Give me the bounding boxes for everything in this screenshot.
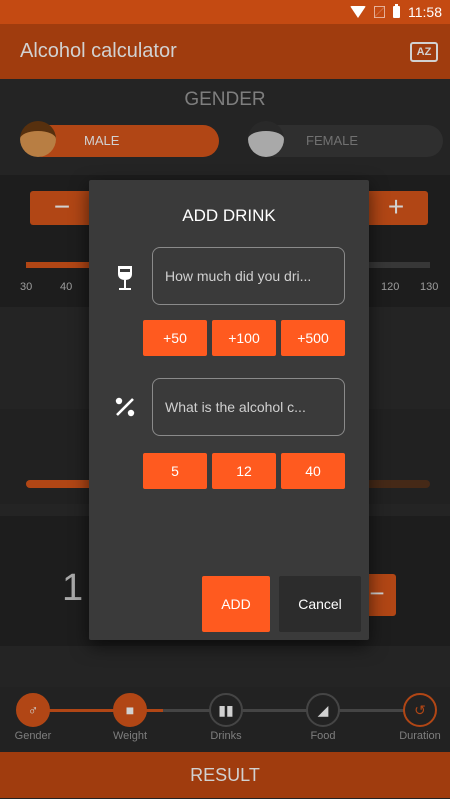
percent-icon	[115, 397, 135, 417]
percent-40-button[interactable]: 40	[281, 453, 345, 489]
status-bar: 11:58	[0, 0, 450, 24]
wifi-icon	[350, 6, 366, 18]
add-500-button[interactable]: +500	[281, 320, 345, 356]
add-button[interactable]: ADD	[202, 576, 270, 632]
alcohol-percent-input[interactable]: What is the alcohol c...	[152, 378, 345, 436]
dialog-title: ADD DRINK	[182, 206, 276, 225]
percent-5-button[interactable]: 5	[143, 453, 207, 489]
cancel-button[interactable]: Cancel	[279, 576, 361, 632]
status-time: 11:58	[408, 4, 442, 20]
no-signal-icon	[374, 6, 385, 18]
battery-icon	[393, 4, 400, 18]
status-icons: 11:58	[350, 3, 442, 21]
add-100-button[interactable]: +100	[212, 320, 276, 356]
add-drink-dialog: ADD DRINK How much did you dri... +50 +1…	[89, 180, 369, 640]
wine-glass-icon	[118, 266, 132, 290]
percent-12-button[interactable]: 12	[212, 453, 276, 489]
add-50-button[interactable]: +50	[143, 320, 207, 356]
amount-input[interactable]: How much did you dri...	[152, 247, 345, 305]
